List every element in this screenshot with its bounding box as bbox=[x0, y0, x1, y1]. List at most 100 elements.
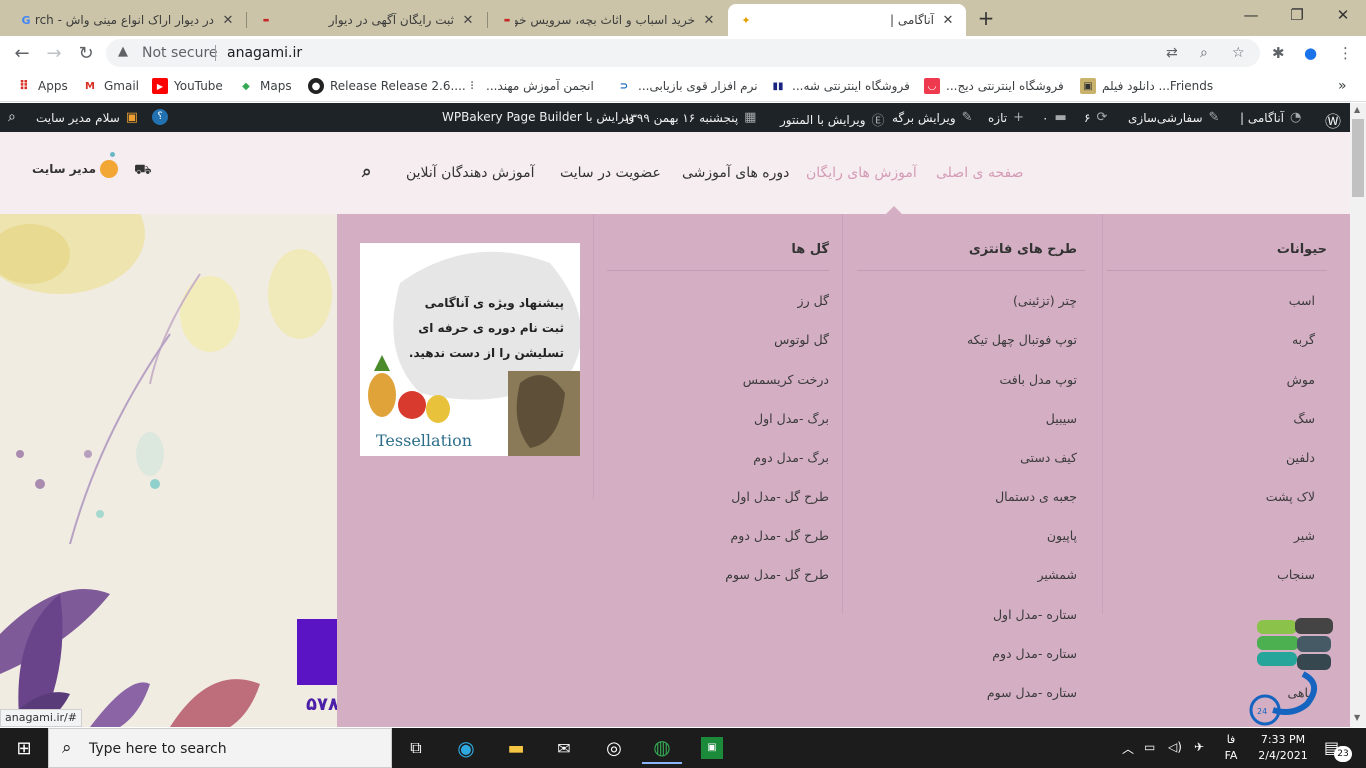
menu-item-cat[interactable]: گربه bbox=[1107, 332, 1315, 347]
search-icon[interactable]: ⌕ bbox=[362, 162, 372, 182]
clock[interactable]: 7:33 PM 2/4/2021 bbox=[1252, 732, 1314, 764]
bookmark-digikala[interactable]: ◡ فروشگاه اینترنتی دیج... bbox=[918, 77, 1064, 95]
menu-item-knit-ball[interactable]: توپ مدل بافت bbox=[857, 372, 1077, 387]
more-bookmarks-button[interactable]: » bbox=[1338, 77, 1347, 95]
browser-tab-active[interactable]: ✦ آناگامی | ✕ bbox=[728, 4, 966, 36]
bookmark-gmail[interactable]: M Gmail bbox=[76, 77, 139, 95]
forward-icon[interactable]: → bbox=[40, 39, 68, 67]
scrollbar-thumb[interactable] bbox=[1352, 119, 1364, 197]
nav-home[interactable]: صفحه ی اصلی bbox=[936, 165, 1023, 181]
browser-tab[interactable]: ▬ ثبت رایگان آگهی در دیوار ✕ bbox=[248, 4, 486, 36]
menu-item-horse[interactable]: اسب bbox=[1107, 293, 1315, 308]
taskbar-search-box[interactable]: ⌕ Type here to search bbox=[48, 728, 392, 768]
close-tab-icon[interactable]: ✕ bbox=[460, 12, 476, 28]
nav-courses[interactable]: دوره های آموزشی bbox=[682, 165, 789, 181]
wordpress-logo-icon[interactable]: Ⓦ bbox=[1325, 108, 1341, 132]
menu-item-flower-2[interactable]: طرح گل -مدل دوم bbox=[609, 528, 829, 543]
admin-wpml[interactable]: ؟ bbox=[152, 109, 168, 125]
tray-chevron-icon[interactable]: ︿ bbox=[1122, 740, 1134, 757]
menu-item-tissue-box[interactable]: جعبه ی دستمال bbox=[857, 489, 1077, 504]
language-indicator[interactable]: فا FA bbox=[1222, 732, 1240, 764]
new-tab-button[interactable]: + bbox=[972, 6, 1000, 30]
menu-item-star-1[interactable]: ستاره -مدل اول bbox=[857, 607, 1077, 622]
menu-item-football[interactable]: توپ فوتبال چهل تیکه bbox=[857, 332, 1077, 347]
bookmark-shop[interactable]: ▮▮ فروشگاه اینترنتی شه... bbox=[764, 77, 909, 95]
nav-membership[interactable]: عضویت در سایت bbox=[560, 165, 661, 181]
menu-item-flower-1[interactable]: طرح گل -مدل اول bbox=[609, 489, 829, 504]
menu-item-leaf-2[interactable]: برگ -مدل دوم bbox=[609, 450, 829, 465]
menu-item-flower-3[interactable]: طرح گل -مدل سوم bbox=[609, 567, 829, 582]
profile-icon[interactable]: ● bbox=[1304, 44, 1317, 62]
minimize-icon[interactable]: — bbox=[1228, 0, 1274, 30]
mail-icon[interactable]: ✉ bbox=[544, 732, 584, 764]
task-view-icon[interactable]: ⧉ bbox=[396, 732, 436, 764]
close-tab-icon[interactable]: ✕ bbox=[220, 12, 236, 28]
menu-item-dog[interactable]: سگ bbox=[1107, 411, 1315, 426]
bookmark-youtube[interactable]: ▶ YouTube bbox=[146, 77, 223, 95]
mega-heading-flowers[interactable]: گل ها bbox=[609, 242, 829, 257]
menu-item-star-2[interactable]: ستاره -مدل دوم bbox=[857, 646, 1077, 661]
promo-banner[interactable]: پیشنهاد ویژه ی آناگامی ثبت نام دوره ی حر… bbox=[360, 243, 580, 456]
admin-search-icon[interactable]: ⌕ bbox=[8, 109, 16, 125]
admin-comments[interactable]: ▬ ۰ bbox=[1042, 110, 1067, 125]
green-app-icon[interactable]: ▣ bbox=[692, 732, 732, 764]
security-label[interactable]: Not secure bbox=[142, 45, 218, 61]
menu-item-lion[interactable]: شیر bbox=[1107, 528, 1315, 543]
file-explorer-icon[interactable]: ▬ bbox=[496, 732, 536, 764]
menu-item-bowtie[interactable]: پاپیون bbox=[857, 528, 1077, 543]
bookmark-forum[interactable]: ⫶ انجمن آموزش مهند... bbox=[458, 77, 594, 95]
menu-item-umbrella[interactable]: چتر (تزئینی) bbox=[857, 293, 1077, 308]
bookmark-film[interactable]: ▣ دانلود فیلم ...Friends bbox=[1074, 77, 1213, 95]
bookmark-apps[interactable]: ⠿ Apps bbox=[10, 77, 68, 95]
close-tab-icon[interactable]: ✕ bbox=[701, 12, 717, 28]
chrome-icon[interactable]: ◍ bbox=[642, 732, 682, 764]
browser-tab[interactable]: ▬ خرید اسباب و اثاث بچه، سرویس خو ✕ bbox=[489, 4, 727, 36]
menu-item-mustache[interactable]: سیبیل bbox=[857, 411, 1077, 426]
bookmark-star-icon[interactable]: ☆ bbox=[1232, 45, 1245, 61]
mega-heading-animals[interactable]: حیوانات bbox=[1107, 242, 1327, 257]
admin-edit-wpbakery[interactable]: ویرایش با WPBakery Page Builder bbox=[442, 110, 634, 124]
close-tab-icon[interactable]: ✕ bbox=[940, 12, 956, 28]
restore-icon[interactable]: ❐ bbox=[1274, 0, 1320, 30]
bookmark-software[interactable]: ⊃ نرم افزار قوی بازیابی... bbox=[610, 77, 758, 95]
menu-icon[interactable]: ⋮ bbox=[1338, 44, 1353, 62]
edge-icon[interactable]: ◉ bbox=[446, 732, 486, 764]
nav-free-courses[interactable]: آموزش های رایگان bbox=[806, 165, 917, 181]
cart-icon[interactable]: ⛟ bbox=[134, 162, 152, 180]
admin-greeting[interactable]: ▣ سلام مدیر سایت bbox=[36, 110, 138, 125]
translate-icon[interactable]: ⇄ bbox=[1166, 45, 1178, 61]
start-windows-icon[interactable]: ⊞ bbox=[4, 732, 44, 764]
media-player-icon[interactable]: ◎ bbox=[594, 732, 634, 764]
menu-item-squirrel[interactable]: سنجاب bbox=[1107, 567, 1315, 582]
bookmark-github[interactable]: ● Release Release 2.6.... bbox=[302, 77, 466, 95]
zoom-icon[interactable]: ⌕ bbox=[1200, 45, 1208, 61]
menu-item-star-3[interactable]: ستاره -مدل سوم bbox=[857, 685, 1077, 700]
back-icon[interactable]: ← bbox=[8, 39, 36, 67]
admin-updates[interactable]: ⟳ ۶ bbox=[1084, 110, 1107, 125]
menu-item-rose[interactable]: گل رز bbox=[609, 293, 829, 308]
menu-item-christmas-tree[interactable]: درخت کریسمس bbox=[609, 372, 829, 387]
mega-heading-fantasy[interactable]: طرح های فانتزی bbox=[857, 242, 1077, 257]
menu-item-handbag[interactable]: کیف دستی bbox=[857, 450, 1077, 465]
admin-site-name[interactable]: ◔ آناگامی | bbox=[1240, 110, 1301, 125]
menu-item-leaf-1[interactable]: برگ -مدل اول bbox=[609, 411, 829, 426]
extensions-icon[interactable]: ✱ bbox=[1272, 44, 1285, 62]
support-widget[interactable]: 24 bbox=[1223, 614, 1335, 726]
browser-tab[interactable]: G در دیوار اراک انواع مینی واش - Search … bbox=[8, 4, 246, 36]
menu-item-sword[interactable]: شمشیر bbox=[857, 567, 1077, 582]
admin-edit-page[interactable]: ✎ ویرایش برگه bbox=[892, 110, 973, 125]
battery-icon[interactable]: ▭ bbox=[1144, 740, 1155, 754]
scroll-up-icon[interactable]: ▲ bbox=[1354, 105, 1360, 114]
close-window-icon[interactable]: ✕ bbox=[1320, 0, 1366, 30]
menu-item-mouse[interactable]: موش bbox=[1107, 372, 1315, 387]
user-account[interactable]: مدیر سایت bbox=[32, 160, 119, 178]
airplane-mode-icon[interactable]: ✈ bbox=[1194, 740, 1204, 754]
warning-icon[interactable]: ▲ bbox=[118, 44, 128, 59]
scroll-down-icon[interactable]: ▼ bbox=[1354, 713, 1360, 722]
admin-edit-elementor[interactable]: Ⓔ ویرایش با المنتور bbox=[780, 110, 885, 130]
url-text[interactable]: anagami.ir bbox=[227, 45, 302, 61]
admin-new[interactable]: + تازه bbox=[988, 110, 1024, 125]
admin-customize[interactable]: ✎ سفارشی‌سازی bbox=[1128, 110, 1219, 125]
reload-icon[interactable]: ↻ bbox=[72, 39, 100, 67]
menu-item-lotus[interactable]: گل لوتوس bbox=[609, 332, 829, 347]
